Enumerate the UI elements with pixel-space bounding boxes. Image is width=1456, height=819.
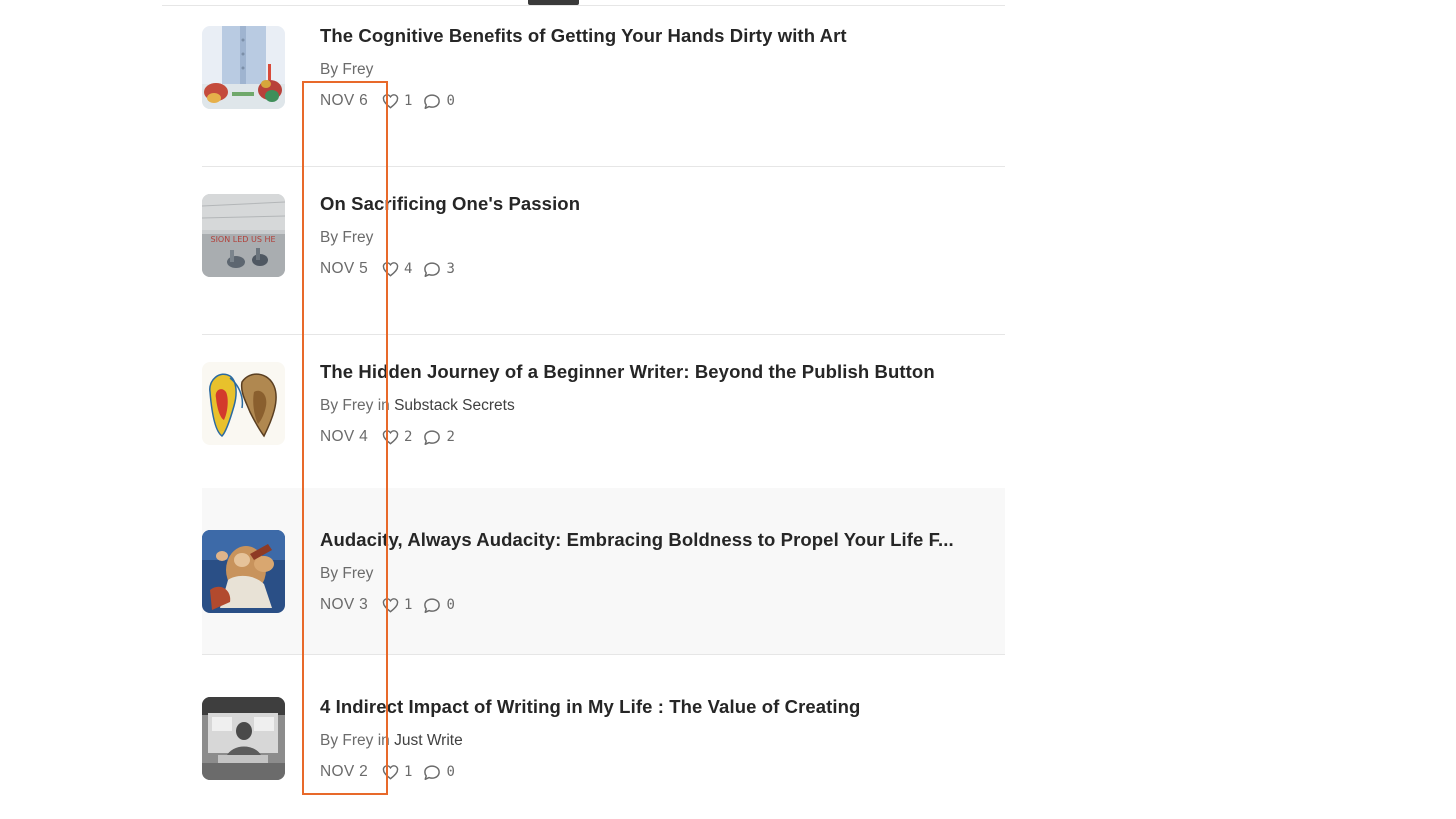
like-count: 1 xyxy=(404,597,413,613)
byline-in-word: in xyxy=(373,397,395,414)
post-publication[interactable]: Substack Secrets xyxy=(394,397,515,414)
comment-button[interactable]: 2 xyxy=(423,429,455,446)
post-byline: By Frey xyxy=(320,565,373,583)
post-byline: By Frey in Just Write xyxy=(320,732,463,750)
hands-painting-image xyxy=(202,26,285,109)
like-button[interactable]: 1 xyxy=(382,597,412,613)
passion-graffiti-image: SION LED US HE xyxy=(202,194,285,277)
post-meta: NOV 4 2 2 xyxy=(320,427,466,447)
post-date: NOV 5 xyxy=(320,260,369,277)
thumb-graffiti-text: SION LED US HE xyxy=(210,235,275,244)
like-count: 1 xyxy=(404,764,413,780)
vintage-photo-image xyxy=(202,697,285,780)
like-count: 2 xyxy=(404,429,413,445)
abstract-hands-thumbnail[interactable] xyxy=(202,362,285,445)
post-author[interactable]: By Frey xyxy=(320,732,373,749)
post-divider xyxy=(202,166,1005,167)
post-publication[interactable]: Just Write xyxy=(394,732,463,749)
like-button[interactable]: 4 xyxy=(382,261,412,277)
comment-bubble-icon xyxy=(424,93,441,109)
comment-count: 3 xyxy=(446,261,455,277)
post-title[interactable]: The Hidden Journey of a Beginner Writer:… xyxy=(320,361,935,383)
post-archive-page: The Cognitive Benefits of Getting Your H… xyxy=(0,0,1456,819)
comment-count: 0 xyxy=(446,764,455,780)
comment-bubble-icon xyxy=(424,764,441,780)
post-item[interactable]: SION LED US HE On Sacrificing One's Pass… xyxy=(202,168,1005,335)
post-item[interactable]: 4 Indirect Impact of Writing in My Life … xyxy=(202,656,1005,819)
heart-icon xyxy=(382,262,399,277)
post-divider xyxy=(202,654,1005,655)
post-title[interactable]: The Cognitive Benefits of Getting Your H… xyxy=(320,25,847,47)
post-date: NOV 2 xyxy=(320,763,369,780)
vintage-photo-thumbnail[interactable] xyxy=(202,697,285,780)
post-title[interactable]: On Sacrificing One's Passion xyxy=(320,193,580,215)
post-divider xyxy=(202,334,1005,335)
post-item[interactable]: The Cognitive Benefits of Getting Your H… xyxy=(202,0,1005,167)
post-date: NOV 3 xyxy=(320,596,369,613)
post-date: NOV 6 xyxy=(320,92,369,109)
like-button[interactable]: 1 xyxy=(382,93,412,109)
heart-icon xyxy=(382,765,399,780)
abstract-hands-image xyxy=(202,362,285,445)
post-meta: NOV 6 1 0 xyxy=(320,91,466,111)
passion-graffiti-thumbnail[interactable]: SION LED US HE xyxy=(202,194,285,277)
comment-count: 2 xyxy=(446,429,455,445)
post-byline: By Frey in Substack Secrets xyxy=(320,397,515,415)
baroque-painting-image xyxy=(202,530,285,613)
baroque-painting-thumbnail[interactable] xyxy=(202,530,285,613)
post-title[interactable]: 4 Indirect Impact of Writing in My Life … xyxy=(320,696,860,718)
like-button[interactable]: 1 xyxy=(382,764,412,780)
byline-in-word: in xyxy=(373,732,395,749)
post-author[interactable]: By Frey xyxy=(320,397,373,414)
post-date: NOV 4 xyxy=(320,428,369,445)
comment-bubble-icon xyxy=(424,597,441,613)
comment-bubble-icon xyxy=(424,261,441,277)
comment-button[interactable]: 0 xyxy=(423,93,455,110)
heart-icon xyxy=(382,94,399,109)
comment-count: 0 xyxy=(446,93,455,109)
post-meta: NOV 3 1 0 xyxy=(320,595,466,615)
post-title[interactable]: Audacity, Always Audacity: Embracing Bol… xyxy=(320,529,954,551)
like-button[interactable]: 2 xyxy=(382,429,412,445)
heart-icon xyxy=(382,598,399,613)
post-byline: By Frey xyxy=(320,229,373,247)
heart-icon xyxy=(382,430,399,445)
comment-bubble-icon xyxy=(424,429,441,445)
post-item[interactable]: Audacity, Always Audacity: Embracing Bol… xyxy=(202,488,1005,655)
like-count: 1 xyxy=(404,93,413,109)
post-author[interactable]: By Frey xyxy=(320,565,373,582)
comment-button[interactable]: 3 xyxy=(423,261,455,278)
post-author[interactable]: By Frey xyxy=(320,61,373,78)
comment-button[interactable]: 0 xyxy=(423,764,455,781)
comment-count: 0 xyxy=(446,597,455,613)
like-count: 4 xyxy=(404,261,413,277)
post-meta: NOV 2 1 0 xyxy=(320,762,466,782)
hands-painting-thumbnail[interactable] xyxy=(202,26,285,109)
comment-button[interactable]: 0 xyxy=(423,597,455,614)
post-meta: NOV 5 4 3 xyxy=(320,259,466,279)
post-item[interactable]: The Hidden Journey of a Beginner Writer:… xyxy=(202,336,1005,503)
post-byline: By Frey xyxy=(320,61,373,79)
post-author[interactable]: By Frey xyxy=(320,229,373,246)
